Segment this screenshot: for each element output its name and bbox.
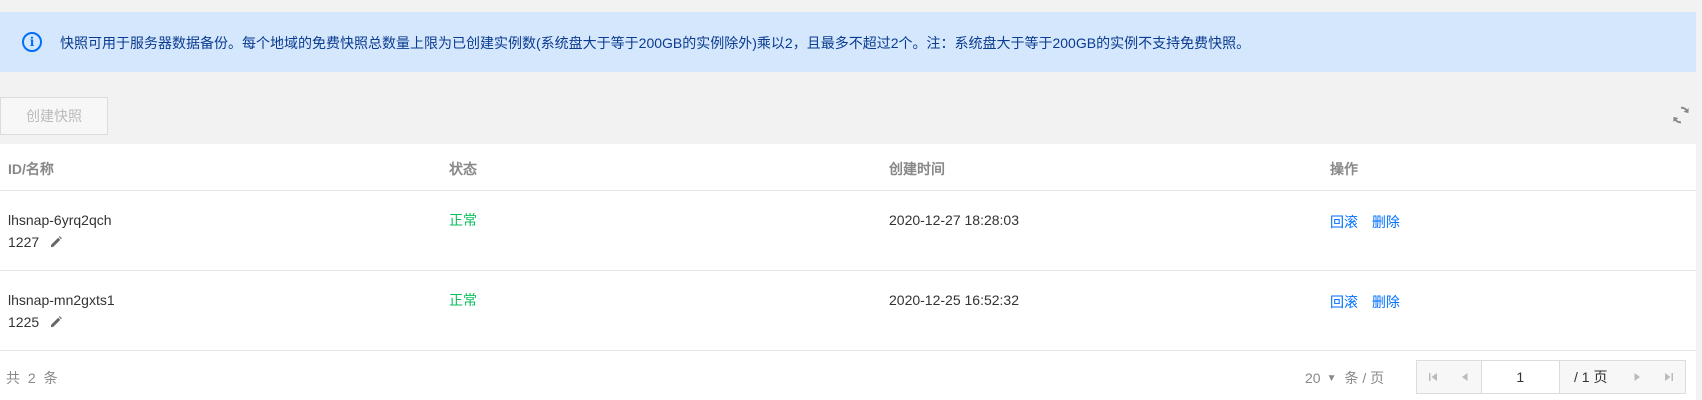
info-icon: i <box>22 32 42 52</box>
page-number-input[interactable]: 1 <box>1480 361 1560 393</box>
row-actions: 回滚 删除 <box>1330 292 1410 312</box>
column-header-actions: 操作 <box>1330 161 1358 177</box>
pagination: 1 / 1 页 <box>1416 360 1686 394</box>
refresh-icon[interactable] <box>1670 104 1692 126</box>
table-row: lhsnap-6yrq2qch 1227 正常 2020-12-27 18:28… <box>0 192 1696 271</box>
notice-text: 快照可用于服务器数据备份。每个地域的免费快照总数量上限为已创建实例数(系统盘大于… <box>60 35 1251 51</box>
create-snapshot-button[interactable]: 创建快照 <box>0 97 108 135</box>
column-header-created-time: 创建时间 <box>889 161 945 177</box>
rollback-link[interactable]: 回滚 <box>1330 294 1358 310</box>
total-pages: / 1 页 <box>1573 369 1608 385</box>
column-header-status: 状态 <box>449 161 477 177</box>
edit-pencil-icon[interactable] <box>49 235 63 249</box>
created-time: 2020-12-25 16:52:32 <box>889 292 1019 308</box>
caret-down-icon: ▼ <box>1326 372 1337 384</box>
snapshot-name: 1225 <box>8 314 63 330</box>
snapshot-table: ID/名称 状态 创建时间 操作 lhsnap-6yrq2qch 1227 正常… <box>0 144 1696 400</box>
total-count: 共 2 条 <box>6 370 60 386</box>
snapshot-name: 1227 <box>8 234 63 250</box>
snapshot-name-text: 1227 <box>8 234 40 250</box>
snapshot-id: lhsnap-6yrq2qch <box>8 212 112 228</box>
page-size-unit: 条 / 页 <box>1344 370 1385 386</box>
created-time: 2020-12-27 18:28:03 <box>889 212 1019 228</box>
table-row: lhsnap-mn2gxts1 1225 正常 2020-12-25 16:52… <box>0 272 1696 351</box>
edit-pencil-icon[interactable] <box>49 315 63 329</box>
snapshot-id: lhsnap-mn2gxts1 <box>8 292 115 308</box>
first-page-icon[interactable] <box>1417 361 1449 393</box>
last-page-icon[interactable] <box>1653 361 1685 393</box>
row-actions: 回滚 删除 <box>1330 212 1410 232</box>
next-page-icon[interactable] <box>1621 361 1653 393</box>
delete-link[interactable]: 删除 <box>1372 214 1400 230</box>
snapshot-name-text: 1225 <box>8 314 40 330</box>
rollback-link[interactable]: 回滚 <box>1330 214 1358 230</box>
column-header-id-name: ID/名称 <box>8 161 54 177</box>
status-text: 正常 <box>449 292 477 308</box>
prev-page-icon[interactable] <box>1449 361 1481 393</box>
page-size-value: 20 <box>1305 370 1321 386</box>
page-size-select[interactable]: 20 ▼ 条 / 页 <box>1305 368 1384 388</box>
status-text: 正常 <box>449 212 477 228</box>
delete-link[interactable]: 删除 <box>1372 294 1400 310</box>
info-notice: i 快照可用于服务器数据备份。每个地域的免费快照总数量上限为已创建实例数(系统盘… <box>0 12 1696 72</box>
table-header: ID/名称 状态 创建时间 操作 <box>0 144 1696 191</box>
